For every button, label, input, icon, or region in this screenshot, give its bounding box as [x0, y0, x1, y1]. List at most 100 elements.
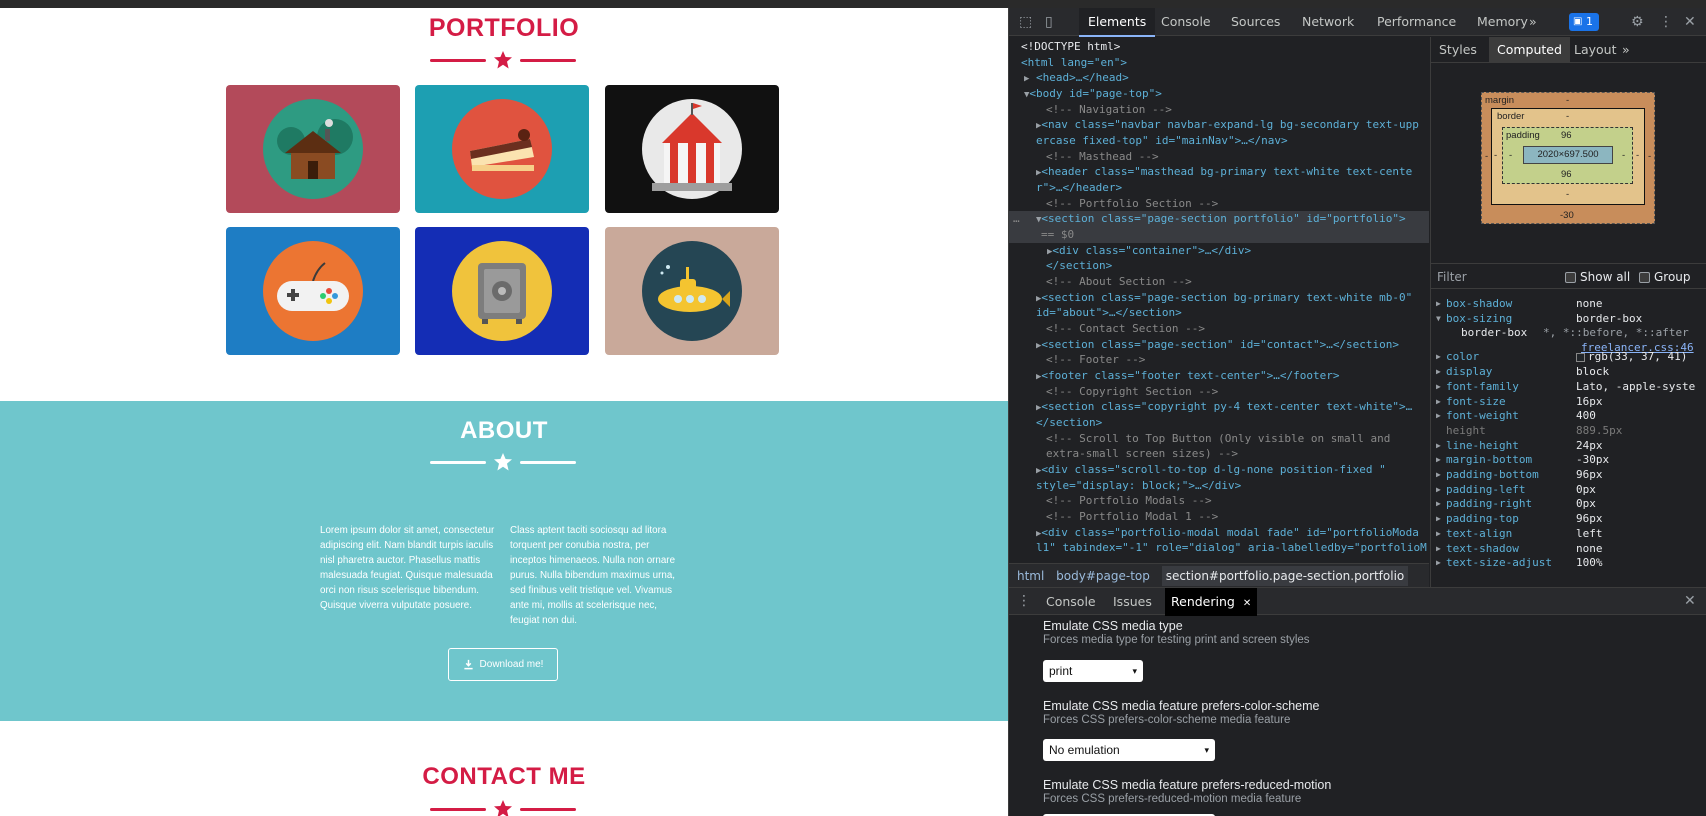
dom-line[interactable]: r">…</header>	[1036, 181, 1122, 194]
dom-line[interactable]: <html lang="en">	[1021, 56, 1127, 69]
dom-line[interactable]: <body id="page-top">	[1029, 87, 1161, 100]
computed-property-font-weight[interactable]: ▶ font-weight 400	[1431, 408, 1706, 424]
portfolio-item-safe[interactable]	[415, 227, 589, 355]
dom-line[interactable]: <!DOCTYPE html>	[1021, 40, 1120, 53]
dom-line[interactable]: <section class="copyright py-4 text-cent…	[1041, 400, 1412, 413]
computed-property-display[interactable]: ▶ display block	[1431, 364, 1706, 380]
expand-arrow-icon[interactable]: ▶	[1436, 438, 1441, 454]
ellipsis-icon[interactable]: …	[1013, 212, 1020, 225]
kebab-menu-icon[interactable]: ⋮	[1659, 8, 1673, 36]
sidepane-more-button[interactable]: »	[1622, 37, 1630, 63]
computed-property-padding-bottom[interactable]: ▶ padding-bottom 96px	[1431, 467, 1706, 483]
download-button[interactable]: Download me!	[448, 648, 558, 681]
dom-comment[interactable]: <!-- Navigation -->	[1046, 103, 1172, 116]
portfolio-item-circus[interactable]	[605, 85, 779, 213]
computed-property-text-size-adjust[interactable]: ▶ text-size-adjust 100%	[1431, 555, 1706, 571]
inspect-element-icon[interactable]: ⬚	[1019, 8, 1032, 36]
dom-line[interactable]: <footer class="footer text-center">…</fo…	[1041, 369, 1339, 382]
tab-console[interactable]: Console	[1161, 8, 1211, 36]
show-all-checkbox[interactable]: Show all	[1565, 264, 1630, 290]
portfolio-item-cabin[interactable]	[226, 85, 400, 213]
dom-line[interactable]: <div class="container">…</div>	[1052, 244, 1251, 257]
expand-arrow-icon[interactable]: ▶	[1436, 526, 1441, 542]
expand-arrow-icon[interactable]: ▶	[1436, 452, 1441, 468]
drawer-tab-console[interactable]: Console	[1046, 588, 1096, 616]
breadcrumb-html[interactable]: html	[1017, 569, 1044, 583]
drawer-menu-icon[interactable]: ⋮	[1017, 588, 1031, 615]
dom-comment[interactable]: <!-- Contact Section -->	[1046, 322, 1205, 335]
tab-memory[interactable]: Memory	[1477, 8, 1528, 36]
media-type-select[interactable]: print	[1043, 660, 1143, 682]
dom-comment[interactable]: <!-- Portfolio Modal 1 -->	[1046, 510, 1218, 523]
expand-arrow-icon[interactable]: ▶	[1436, 379, 1441, 395]
expand-arrow-icon[interactable]: ▶	[1436, 555, 1441, 571]
breadcrumb-body[interactable]: body#page-top	[1056, 569, 1150, 583]
close-drawer-icon[interactable]: ✕	[1684, 588, 1696, 615]
dom-comment[interactable]: extra-small screen sizes) -->	[1046, 447, 1238, 460]
computed-property-padding-right[interactable]: ▶ padding-right 0px	[1431, 496, 1706, 512]
expand-arrow-icon[interactable]: ▶	[1436, 296, 1441, 312]
dom-comment[interactable]: <!-- Scroll to Top Button (Only visible …	[1046, 432, 1390, 445]
tab-sources[interactable]: Sources	[1231, 8, 1280, 36]
computed-property-padding-top[interactable]: ▶ padding-top 96px	[1431, 511, 1706, 527]
computed-property-box-sizing[interactable]: ▼ box-sizing border-box	[1431, 311, 1706, 327]
color-scheme-select[interactable]: No emulation	[1043, 739, 1215, 761]
filter-input[interactable]: Filter	[1437, 264, 1467, 290]
expand-arrow-icon[interactable]: ▶	[1436, 467, 1441, 483]
expand-arrow-icon[interactable]: ▶	[1436, 394, 1441, 410]
computed-property-font-size[interactable]: ▶ font-size 16px	[1431, 394, 1706, 410]
expand-arrow-icon[interactable]: ▶	[1436, 496, 1441, 512]
group-checkbox[interactable]: Group	[1639, 264, 1691, 290]
settings-gear-icon[interactable]: ⚙	[1631, 8, 1644, 36]
expand-arrow-icon[interactable]: ▶	[1436, 482, 1441, 498]
dom-line[interactable]: id="about">…</section>	[1036, 306, 1182, 319]
dom-comment[interactable]: <!-- Footer -->	[1046, 353, 1145, 366]
computed-property-margin-bottom[interactable]: ▶ margin-bottom -30px	[1431, 452, 1706, 468]
computed-property-color[interactable]: ▶ color rgb(33, 37, 41)	[1431, 349, 1706, 365]
expand-arrow-icon[interactable]: ▶	[1436, 511, 1441, 527]
dom-comment[interactable]: <!-- About Section -->	[1046, 275, 1192, 288]
portfolio-item-cake[interactable]	[415, 85, 589, 213]
dom-line[interactable]: <div class="scroll-to-top d-lg-none posi…	[1041, 463, 1385, 476]
computed-property-line-height[interactable]: ▶ line-height 24px	[1431, 438, 1706, 454]
dom-line[interactable]: <section class="page-section" id="contac…	[1041, 338, 1399, 351]
computed-property-box-shadow[interactable]: ▶ box-shadow none	[1431, 296, 1706, 312]
dom-line[interactable]: </section>	[1036, 416, 1102, 429]
collapse-arrow-icon[interactable]: ▼	[1436, 311, 1441, 327]
dom-comment[interactable]: <!-- Masthead -->	[1046, 150, 1159, 163]
dom-line[interactable]: </section>	[1046, 259, 1112, 272]
expand-arrow-icon[interactable]: ▶	[1436, 408, 1441, 424]
tab-styles[interactable]: Styles	[1439, 37, 1477, 63]
dom-line[interactable]: l1" tabindex="-1" role="dialog" aria-lab…	[1036, 541, 1427, 554]
more-tabs-button[interactable]: »	[1529, 8, 1537, 36]
computed-property-text-shadow[interactable]: ▶ text-shadow none	[1431, 541, 1706, 557]
dom-comment[interactable]: <!-- Portfolio Section -->	[1046, 197, 1218, 210]
dom-line[interactable]: <section class="page-section bg-primary …	[1041, 291, 1412, 304]
issues-badge[interactable]: ▣ 1	[1569, 13, 1599, 31]
expand-arrow-icon[interactable]: ▶	[1436, 349, 1441, 365]
computed-property-font-family[interactable]: ▶ font-family Lato, -apple-syste	[1431, 379, 1706, 395]
dom-line[interactable]: ercase fixed-top" id="mainNav">…</nav>	[1036, 134, 1288, 147]
computed-property-padding-left[interactable]: ▶ padding-left 0px	[1431, 482, 1706, 498]
expand-arrow-icon[interactable]: ▶	[1024, 74, 1029, 84]
expand-arrow-icon[interactable]: ▶	[1436, 364, 1441, 380]
tab-elements[interactable]: Elements	[1079, 8, 1156, 37]
portfolio-item-submarine[interactable]	[605, 227, 779, 355]
dom-line[interactable]: <head>…</head>	[1036, 71, 1129, 84]
device-toolbar-icon[interactable]: ▯	[1045, 8, 1053, 36]
dom-line[interactable]: <header class="masthead bg-primary text-…	[1041, 165, 1412, 178]
close-devtools-icon[interactable]: ✕	[1684, 8, 1696, 36]
dom-comment[interactable]: <!-- Copyright Section -->	[1046, 385, 1218, 398]
dom-comment[interactable]: <!-- Portfolio Modals -->	[1046, 494, 1212, 507]
drawer-tab-issues[interactable]: Issues	[1113, 588, 1152, 616]
tab-network[interactable]: Network	[1302, 8, 1354, 36]
drawer-tab-rendering[interactable]: Rendering ✕	[1165, 588, 1258, 616]
color-swatch[interactable]	[1576, 352, 1585, 362]
computed-property-height[interactable]: height 889.5px	[1431, 423, 1706, 439]
expand-arrow-icon[interactable]: ▶	[1436, 541, 1441, 557]
tab-performance[interactable]: Performance	[1377, 8, 1456, 36]
dom-line[interactable]: style="display: block;">…</div>	[1036, 479, 1241, 492]
close-tab-icon[interactable]: ✕	[1243, 598, 1251, 609]
breadcrumb-section[interactable]: section#portfolio.page-section.portfolio	[1161, 566, 1409, 586]
tab-computed[interactable]: Computed	[1489, 37, 1570, 63]
